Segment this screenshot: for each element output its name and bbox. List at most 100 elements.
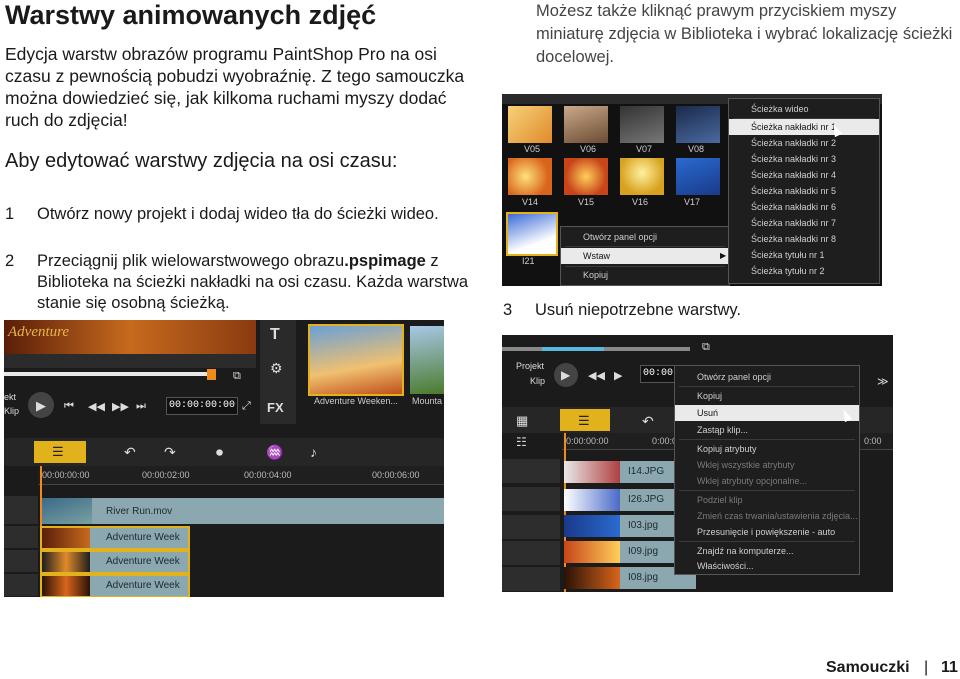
- timeline-screenshot-right: ⧉ Projekt Klip ▶ ◀◀ ▶ 00:00 ≫ ▦ ☰ ↶ ☷ 0:…: [502, 335, 893, 592]
- step-number: 3: [503, 301, 513, 319]
- step-1: 1 Otwórz nowy projekt i dodaj wideo tła …: [5, 204, 475, 225]
- mode-project[interactable]: ekt: [4, 392, 16, 402]
- scrubber-selection[interactable]: [542, 347, 604, 351]
- mode-clip[interactable]: Klip: [4, 406, 19, 416]
- rewind-icon[interactable]: ◀◀: [88, 400, 105, 413]
- menu-item-overlay-6[interactable]: Ścieżka nakładki nr 6: [729, 199, 879, 215]
- menu-item-title-2[interactable]: Ścieżka tytułu nr 2: [729, 263, 879, 279]
- copy-icon[interactable]: ⧉: [702, 341, 710, 354]
- menu-item-overlay-5[interactable]: Ścieżka nakładki nr 5: [729, 183, 879, 199]
- ruler-label: 00:00:00:00: [42, 470, 90, 480]
- thumbnail[interactable]: [564, 158, 608, 195]
- expand-icon[interactable]: ⤢: [242, 400, 251, 413]
- track-header-video[interactable]: [4, 496, 38, 524]
- clip-thumbnail: [42, 552, 90, 572]
- menu-item-overlay-2[interactable]: Ścieżka nakładki nr 2: [729, 135, 879, 151]
- menu-item-change-duration[interactable]: Zmień czas trwania/ustawienia zdjęcia...: [675, 508, 859, 524]
- menu-item-copy-attributes[interactable]: Kopiuj atrybuty: [675, 441, 859, 457]
- clip-name: I26.JPG: [628, 494, 665, 505]
- thumbnail[interactable]: [620, 106, 664, 143]
- menu-item-paste-all-attributes[interactable]: Wklej wszystkie atrybuty: [675, 457, 859, 473]
- thumbnail[interactable]: [676, 106, 720, 143]
- mode-clip[interactable]: Klip: [530, 376, 545, 386]
- menu-item-overlay-7[interactable]: Ścieżka nakładki nr 7: [729, 215, 879, 231]
- transition-tool-icon[interactable]: ⚙: [270, 360, 283, 377]
- clip-video[interactable]: [42, 498, 444, 524]
- menu-item-delete[interactable]: Usuń: [675, 405, 859, 421]
- menu-item-paste-optional-attributes[interactable]: Wklej atrybuty opcjonalne...: [675, 473, 859, 489]
- track-header[interactable]: [502, 567, 560, 591]
- menu-item-auto-pan-zoom[interactable]: Przesunięcie i powiększenie - auto: [675, 524, 859, 540]
- menu-item-overlay-8[interactable]: Ścieżka nakładki nr 8: [729, 231, 879, 247]
- track-header[interactable]: [502, 459, 560, 483]
- track-header[interactable]: [502, 487, 560, 511]
- timeline-view-icon: ☰: [578, 413, 590, 428]
- menu-item-overlay-4[interactable]: Ścieżka nakładki nr 4: [729, 167, 879, 183]
- menu-item-properties[interactable]: Właściwości...: [675, 558, 859, 574]
- storyboard-icon[interactable]: ▦: [516, 413, 528, 429]
- menu-item-split-clip[interactable]: Podziel klip: [675, 492, 859, 508]
- scrubber-bar[interactable]: [4, 372, 212, 376]
- menu-item-video-track[interactable]: Ścieżka wideo: [729, 101, 879, 117]
- thumb-caption: Adventure Weeken...: [314, 396, 398, 406]
- step-text: Otwórz nowy projekt i dodaj wideo tła do…: [37, 205, 439, 223]
- forward-icon[interactable]: ▶▶: [112, 400, 129, 413]
- clip-thumbnail: [42, 498, 92, 524]
- menu-item-replace-clip[interactable]: Zastąp klip...: [675, 422, 859, 438]
- auto-music-icon[interactable]: ♪: [310, 444, 317, 460]
- record-icon[interactable]: ⏺: [216, 444, 223, 461]
- thumbnail[interactable]: [508, 158, 552, 195]
- thumbnail-selected[interactable]: [506, 212, 558, 256]
- clip-name: River Run.mov: [106, 506, 173, 517]
- menu-item-open-options[interactable]: Otwórz panel opcji: [675, 369, 859, 385]
- menu-item-title-1[interactable]: Ścieżka tytułu nr 1: [729, 247, 879, 263]
- track-header[interactable]: [502, 541, 560, 565]
- clip-name: Adventure Week: [106, 580, 180, 591]
- timecode-value: 00:00: [643, 368, 674, 379]
- undo-icon[interactable]: ↶: [642, 413, 654, 430]
- skip-end-icon[interactable]: ⏭: [136, 400, 146, 413]
- rewind-icon[interactable]: ◀◀: [588, 369, 605, 382]
- track-header-overlay[interactable]: [4, 526, 38, 548]
- undo-icon[interactable]: ↶: [124, 444, 136, 461]
- menu-item-overlay-1[interactable]: Ścieżka nakładki nr 1: [729, 119, 879, 135]
- thumb-label: V07: [636, 144, 653, 154]
- thumbnail[interactable]: [564, 106, 608, 143]
- track-header[interactable]: [502, 515, 560, 539]
- clip-thumbnail: [564, 461, 620, 483]
- thumbnail[interactable]: [508, 106, 552, 143]
- footer-section: Samouczki: [826, 659, 910, 676]
- library-thumbnail[interactable]: [410, 326, 444, 394]
- step-number: 2: [5, 252, 15, 270]
- track-manager-icon[interactable]: ☷: [516, 435, 527, 449]
- menu-item-open-options[interactable]: Otwórz panel opcji: [561, 229, 729, 245]
- fast-forward-icon[interactable]: ≫: [877, 375, 889, 388]
- fx-tool-icon[interactable]: FX: [267, 400, 284, 415]
- menu-item-insert[interactable]: Wstaw: [561, 248, 729, 264]
- title-tool-icon[interactable]: T: [270, 326, 280, 344]
- thumb-label: V05: [524, 144, 541, 154]
- thumbnail[interactable]: [620, 158, 664, 195]
- thumbnail[interactable]: [676, 158, 720, 195]
- context-menu: Otwórz panel opcji Wstaw Kopiuj: [560, 226, 730, 286]
- step-3: 3 Usuń niepotrzebne warstwy.: [503, 300, 923, 321]
- redo-icon[interactable]: ↷: [164, 444, 176, 461]
- forward-icon[interactable]: ▶: [614, 369, 622, 382]
- step-text-a: Przeciągnij plik wielowarstwowego obrazu: [37, 252, 345, 270]
- play-icon: ▶: [561, 368, 571, 382]
- mode-project[interactable]: Projekt: [516, 361, 544, 371]
- audio-mix-icon[interactable]: ♒: [266, 444, 283, 461]
- copy-icon[interactable]: ⧉: [233, 370, 241, 383]
- track-header-overlay[interactable]: [4, 574, 38, 596]
- library-thumbnail[interactable]: [308, 324, 404, 396]
- menu-item-copy[interactable]: Kopiuj: [675, 388, 859, 404]
- menu-item-find-on-computer[interactable]: Znajdź na komputerze...: [675, 543, 859, 559]
- track-header-overlay[interactable]: [4, 550, 38, 572]
- menu-item-overlay-3[interactable]: Ścieżka nakładki nr 3: [729, 151, 879, 167]
- clip-context-menu: Otwórz panel opcji Kopiuj Usuń Zastąp kl…: [674, 365, 860, 575]
- page-number: 11: [941, 659, 958, 676]
- menu-item-copy[interactable]: Kopiuj: [561, 267, 729, 283]
- scrubber-handle[interactable]: [207, 369, 216, 380]
- skip-start-icon[interactable]: ⏮: [64, 400, 74, 413]
- ruler-label: 00:00:06:00: [372, 470, 420, 480]
